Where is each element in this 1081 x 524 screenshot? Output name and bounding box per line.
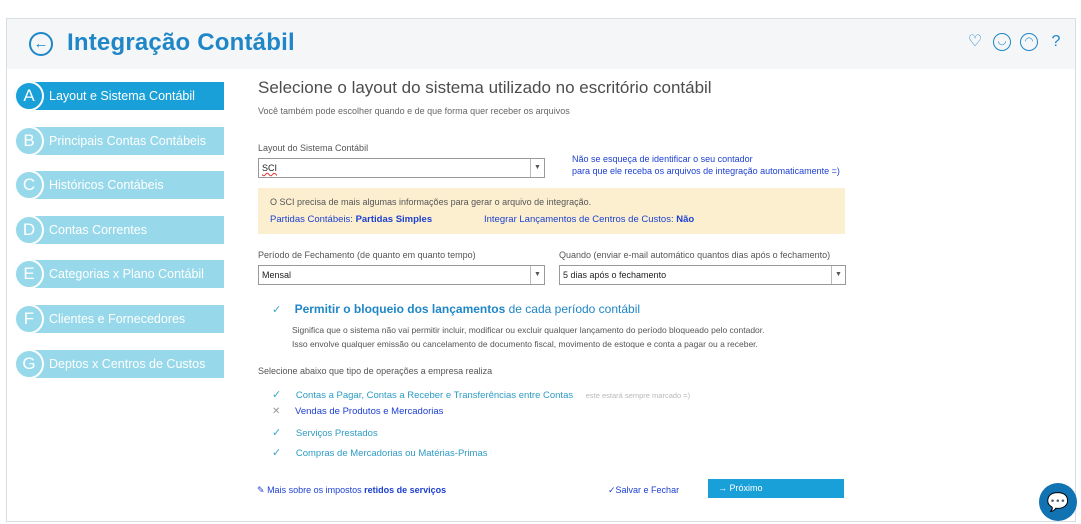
quando-label: Quando (enviar e-mail automático quantos… <box>559 250 831 260</box>
centros-option[interactable]: Integrar Lançamentos de Centros de Custo… <box>484 214 694 225</box>
step-letter-d: D <box>14 214 44 245</box>
check-icon: ✓ <box>272 447 282 459</box>
ops-heading: Selecione abaixo que tipo de operações a… <box>258 366 493 376</box>
smiley-icon[interactable]: ◡ <box>993 33 1011 51</box>
operation-label: Compras de Mercadorias ou Matérias-Prima… <box>295 448 488 459</box>
sidebar-item-deptos[interactable]: G Deptos x Centros de Custos <box>14 348 224 379</box>
sidebar-item-label: Layout e Sistema Contábil <box>49 89 195 103</box>
sidebar-item-label: Contas Correntes <box>49 222 147 237</box>
layout-select[interactable]: SCI ▼ <box>258 158 545 178</box>
sidebar-item-contas-correntes[interactable]: D Contas Correntes <box>14 214 224 245</box>
step-letter-c: C <box>14 170 44 201</box>
sidebar-item-label: Históricos Contábeis <box>49 178 164 193</box>
reminder-note[interactable]: Não se esqueça de identificar o seu cont… <box>572 153 840 177</box>
next-button[interactable]: → Próximo <box>708 479 844 498</box>
partidas-value: Partidas Simples <box>355 214 433 225</box>
sidebar-item-contas[interactable]: B Principais Contas Contábeis <box>14 125 224 156</box>
chevron-down-icon: ▼ <box>831 266 845 284</box>
header-icons: ♡ ◡ ◠ ? <box>966 33 1065 51</box>
quando-select-value: 5 dias após o fechamento <box>563 270 667 280</box>
step-letter-a: A <box>14 81 44 111</box>
main-content: Selecione o layout do sistema utilizado … <box>258 78 1058 116</box>
centros-label: Integrar Lançamentos de Centros de Custo… <box>484 214 674 225</box>
operation-item[interactable]: ✓ Compras de Mercadorias ou Matérias-Pri… <box>272 446 488 459</box>
bloqueio-desc-1: Significa que o sistema não vai permitir… <box>292 325 765 335</box>
more-info-text: Mais sobre os impostos <box>267 485 362 495</box>
sidebar-item-historicos[interactable]: C Históricos Contábeis <box>14 170 224 201</box>
step-letter-g: G <box>14 348 44 379</box>
layout-select-value: SCI <box>262 163 278 173</box>
operation-label: Contas a Pagar, Contas a Receber e Trans… <box>295 390 574 401</box>
heart-icon[interactable]: ♡ <box>966 33 984 51</box>
layout-label: Layout do Sistema Contábil <box>258 143 369 153</box>
centros-value: Não <box>676 214 695 225</box>
reminder-line-1: Não se esqueça de identificar o seu cont… <box>572 154 753 164</box>
periodo-label: Período de Fechamento (de quanto em quan… <box>258 250 476 260</box>
save-close-button[interactable]: ✓Salvar e Fechar <box>608 485 679 496</box>
operation-item: ✓ Contas a Pagar, Contas a Receber e Tra… <box>272 388 690 401</box>
bloqueio-title: Permitir o bloqueio dos lançamentos <box>294 302 506 316</box>
section-heading: Selecione o layout do sistema utilizado … <box>258 78 712 97</box>
bloqueio-toggle[interactable]: ✓ Permitir o bloqueio dos lançamentos de… <box>272 302 640 316</box>
header-bar: ← Integração Contábil ♡ ◡ ◠ ? <box>7 19 1075 69</box>
check-icon: ✓ <box>272 304 282 316</box>
operation-label: Vendas de Produtos e Mercadorias <box>295 406 444 417</box>
info-text: O SCI precisa de mais algumas informaçõe… <box>270 197 592 207</box>
sidebar-item-label: Deptos x Centros de Custos <box>49 356 206 371</box>
partidas-label: Partidas Contábeis: <box>270 214 353 225</box>
x-icon: ✕ <box>272 406 281 417</box>
operation-item[interactable]: ✓ Serviços Prestados <box>272 426 378 439</box>
sidebar-item-layout[interactable]: A Layout e Sistema Contábil <box>14 81 224 111</box>
sidebar-item-label: Clientes e Fornecedores <box>49 311 186 326</box>
operation-label: Serviços Prestados <box>295 428 378 439</box>
help-icon[interactable]: ? <box>1047 33 1065 51</box>
info-box: O SCI precisa de mais algumas informaçõe… <box>258 188 845 234</box>
back-arrow-icon[interactable]: ← <box>29 32 53 56</box>
periodo-select-value: Mensal <box>262 270 292 280</box>
sidebar-item-categorias[interactable]: E Categorias x Plano Contábil <box>14 259 224 290</box>
sidebar: A Layout e Sistema Contábil B Principais… <box>14 81 224 394</box>
chat-icon[interactable]: 💬 <box>1039 483 1077 521</box>
sidebar-item-label: Categorias x Plano Contábil <box>49 267 204 282</box>
sad-icon[interactable]: ◠ <box>1020 33 1038 51</box>
step-letter-e: E <box>14 259 44 290</box>
pencil-icon: ✎ <box>257 485 265 495</box>
periodo-select[interactable]: Mensal ▼ <box>258 265 545 285</box>
bloqueio-description: Significa que o sistema não vai permitir… <box>292 323 765 351</box>
operation-hint: este estará sempre marcado =) <box>585 391 691 400</box>
more-info-bold: retidos de serviços <box>364 485 447 495</box>
step-letter-f: F <box>14 303 44 334</box>
reminder-line-2: para que ele receba os arquivos de integ… <box>572 166 840 176</box>
chevron-down-icon: ▼ <box>530 266 544 284</box>
more-info-link[interactable]: ✎ Mais sobre os impostos retidos de serv… <box>257 485 446 496</box>
chevron-down-icon: ▼ <box>530 159 544 177</box>
page-title: Integração Contábil <box>67 29 295 56</box>
sidebar-item-clientes[interactable]: F Clientes e Fornecedores <box>14 303 224 334</box>
step-letter-b: B <box>14 125 44 156</box>
bloqueio-desc-2: Isso envolve qualquer emissão ou cancela… <box>292 339 758 349</box>
partidas-option[interactable]: Partidas Contábeis: Partidas Simples <box>270 214 432 225</box>
bloqueio-rest: de cada período contábil <box>508 302 641 316</box>
operation-item[interactable]: ✕ Vendas de Produtos e Mercadorias <box>272 406 443 417</box>
check-icon: ✓ <box>272 389 282 401</box>
sidebar-item-label: Principais Contas Contábeis <box>49 133 207 148</box>
quando-select[interactable]: 5 dias após o fechamento ▼ <box>559 265 846 285</box>
section-subheading: Você também pode escolher quando e de qu… <box>258 106 570 116</box>
check-icon: ✓ <box>272 427 282 439</box>
